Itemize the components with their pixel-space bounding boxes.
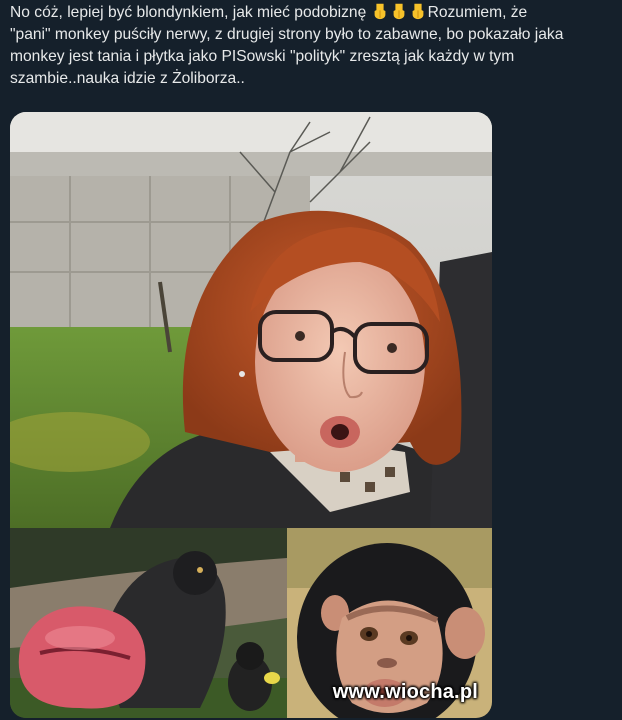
tweet-line-1b: Rozumiem, że: [427, 4, 528, 21]
macaque-photo[interactable]: [10, 528, 287, 718]
pointing-down-icon: [393, 3, 404, 20]
tweet-line-3: monkey jest tania i płytka jako PISowski…: [10, 48, 515, 65]
woman-selfie-photo[interactable]: [10, 112, 492, 528]
tweet-media[interactable]: www.wiocha.pl: [10, 112, 492, 718]
tweet-text: No cóż, lepiej być blondynkiem, jak mieć…: [10, 2, 610, 90]
pointing-down-icon: [412, 3, 423, 20]
tweet-line-1a: No cóż, lepiej być blondynkiem, jak mieć…: [10, 4, 371, 21]
watermark-text: www.wiocha.pl: [332, 681, 478, 703]
tweet-line-4: szambie..nauka idzie z Żoliborza..: [10, 70, 245, 87]
tweet-line-2: "pani" monkey puściły nerwy, z drugiej s…: [10, 26, 564, 43]
pointing-down-icon: [374, 3, 385, 20]
